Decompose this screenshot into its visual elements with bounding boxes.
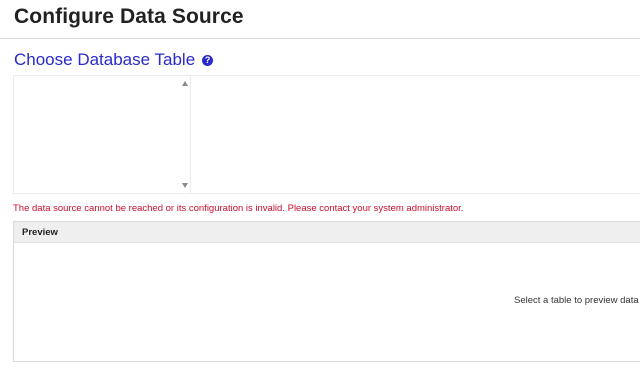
table-list[interactable] bbox=[14, 76, 191, 193]
configure-data-source-page: Configure Data Source Choose Database Ta… bbox=[0, 0, 640, 374]
question-circle-icon[interactable]: ? bbox=[202, 54, 214, 66]
scroll-up-arrow-icon[interactable] bbox=[182, 81, 188, 86]
error-message: The data source cannot be reached or its… bbox=[13, 203, 464, 214]
preview-empty-message: Select a table to preview data bbox=[514, 295, 639, 306]
page-header: Configure Data Source bbox=[0, 0, 640, 39]
table-list-scrollbar[interactable] bbox=[180, 76, 190, 193]
section-title: Choose Database Table bbox=[14, 50, 196, 69]
page-title: Configure Data Source bbox=[14, 5, 244, 28]
section-title-row: Choose Database Table ? bbox=[14, 49, 214, 71]
scroll-down-arrow-icon[interactable] bbox=[182, 183, 188, 188]
preview-panel: Preview Select a table to preview data bbox=[13, 221, 640, 362]
preview-header: Preview bbox=[14, 222, 640, 243]
database-table-panel bbox=[13, 75, 640, 194]
